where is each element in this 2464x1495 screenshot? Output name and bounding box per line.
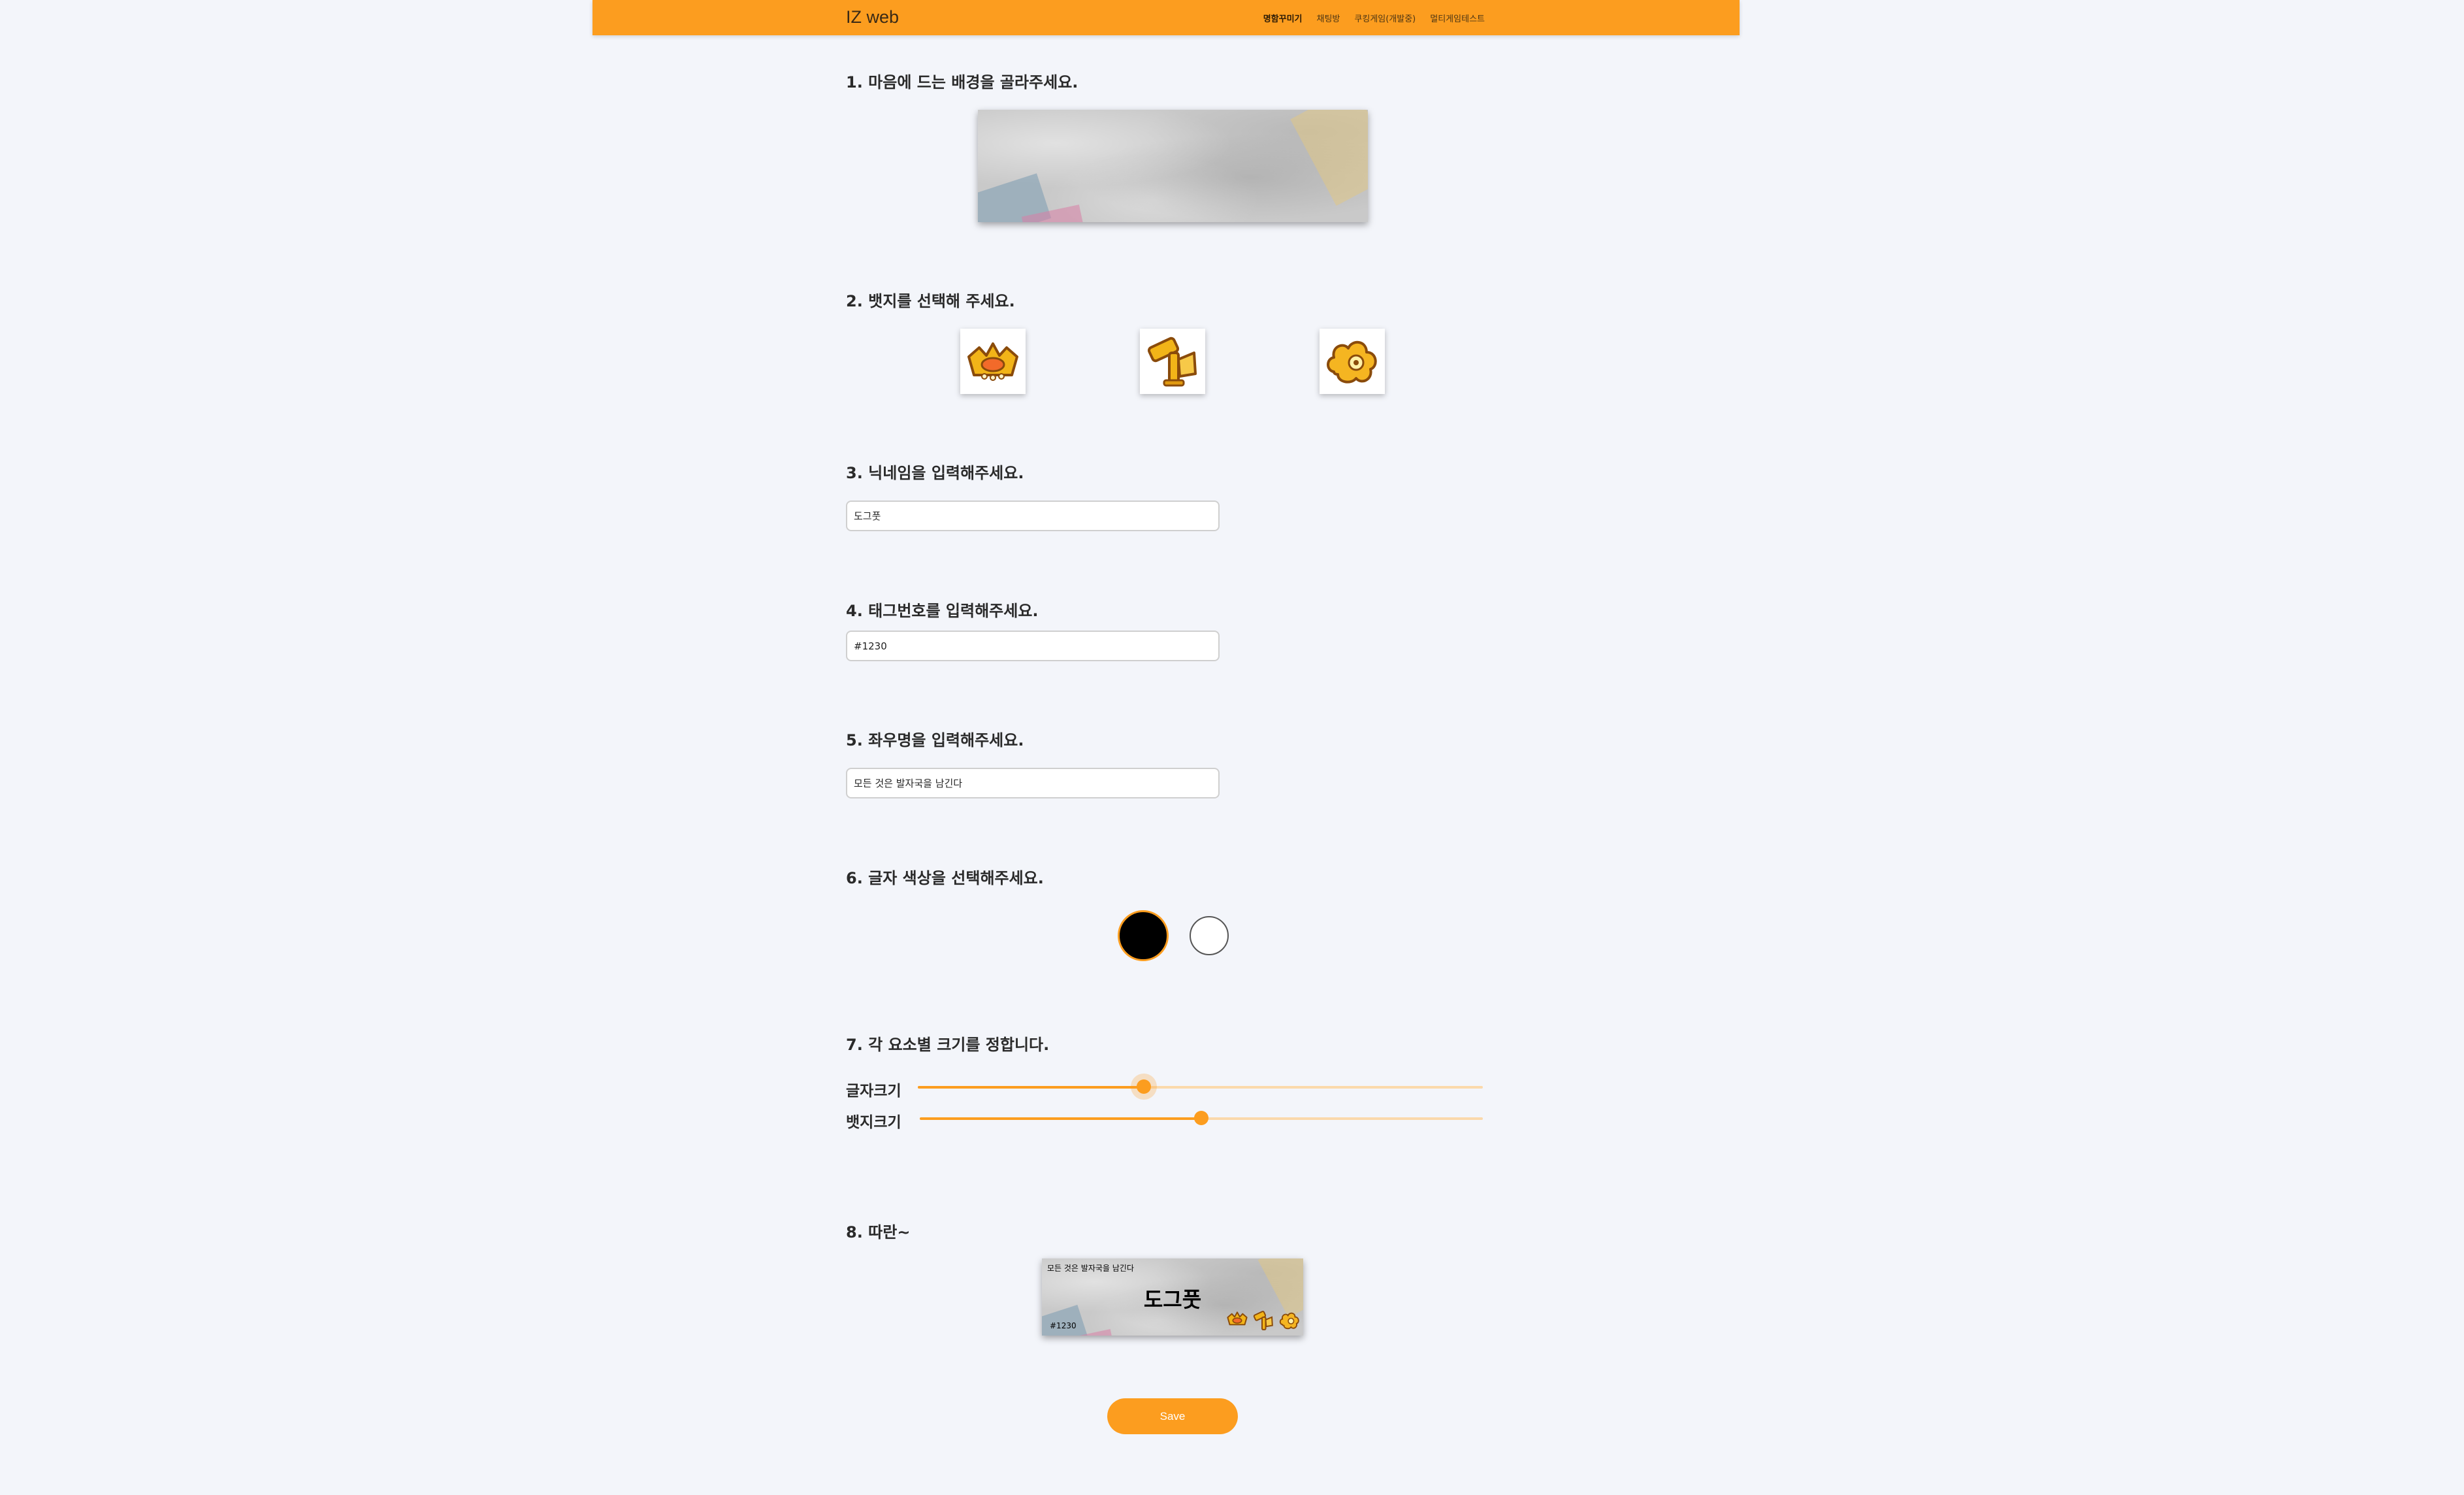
badge-option-crown[interactable]: [960, 329, 1026, 394]
sticker-decoration: [1290, 110, 1368, 206]
nav-link-chat-room[interactable]: 채팅방: [1317, 12, 1340, 24]
color-swatch-white[interactable]: [1190, 916, 1229, 955]
hammer-badge-icon: [1253, 1311, 1273, 1330]
slider-fill: [918, 1086, 1144, 1089]
motto-input[interactable]: [846, 768, 1220, 798]
preview-badges: [1226, 1309, 1301, 1332]
preview-tag: #1230: [1050, 1321, 1077, 1330]
card-preview: 모든 것은 발자국을 남긴다 도그풋 #1230: [1042, 1258, 1303, 1336]
step-nickname-title: 3. 닉네임을 입력해주세요.: [846, 464, 1024, 482]
nickname-input[interactable]: [846, 501, 1220, 531]
step-sizes-title: 7. 각 요소별 크기를 정합니다.: [846, 1036, 1050, 1054]
brand-logo[interactable]: IZ web: [846, 7, 899, 27]
step-preview-title: 8. 따란~: [846, 1223, 911, 1241]
save-button[interactable]: Save: [1107, 1398, 1238, 1434]
slider-thumb[interactable]: [1137, 1079, 1151, 1094]
nav-link-card-decorate[interactable]: 명함꾸미기: [1263, 12, 1303, 24]
nav-link-cooking-game[interactable]: 쿠킹게임(개발중): [1354, 12, 1416, 24]
step-tag-title: 4. 태그번호를 입력해주세요.: [846, 602, 1039, 620]
nav-links: 명함꾸미기 채팅방 쿠킹게임(개발중) 멀티게임테스트: [1263, 12, 1485, 24]
hammer-badge-icon: [1147, 337, 1197, 387]
tag-number-input[interactable]: [846, 631, 1220, 661]
badge-option-hammer[interactable]: [1140, 329, 1205, 394]
cloud-badge-icon: [1327, 341, 1377, 384]
step-badge-title: 2. 뱃지를 선택해 주세요.: [846, 292, 1015, 310]
badge-option-cloud[interactable]: [1320, 329, 1385, 394]
step-motto-title: 5. 좌우명을 입력해주세요.: [846, 731, 1024, 749]
color-swatch-black[interactable]: [1118, 910, 1169, 961]
badge-size-slider[interactable]: [920, 1111, 1483, 1125]
font-size-slider[interactable]: [918, 1079, 1483, 1094]
background-option-concrete[interactable]: [978, 110, 1368, 222]
top-navbar: IZ web 명함꾸미기 채팅방 쿠킹게임(개발중) 멀티게임테스트: [592, 0, 1740, 35]
step-background-title: 1. 마음에 드는 배경을 골라주세요.: [846, 73, 1078, 91]
cloud-badge-icon: [1279, 1312, 1299, 1330]
step-text-color-title: 6. 글자 색상을 선택해주세요.: [846, 869, 1044, 887]
font-size-label: 글자크기: [846, 1083, 901, 1100]
preview-motto: 모든 것은 발자국을 남긴다: [1047, 1264, 1134, 1273]
nav-link-multi-game-test[interactable]: 멀티게임테스트: [1430, 12, 1485, 24]
badge-size-label: 뱃지크기: [846, 1114, 901, 1131]
crown-badge-icon: [1227, 1311, 1248, 1326]
slider-thumb[interactable]: [1194, 1111, 1208, 1125]
crown-badge-icon: [967, 342, 1018, 381]
slider-fill: [920, 1117, 1201, 1120]
